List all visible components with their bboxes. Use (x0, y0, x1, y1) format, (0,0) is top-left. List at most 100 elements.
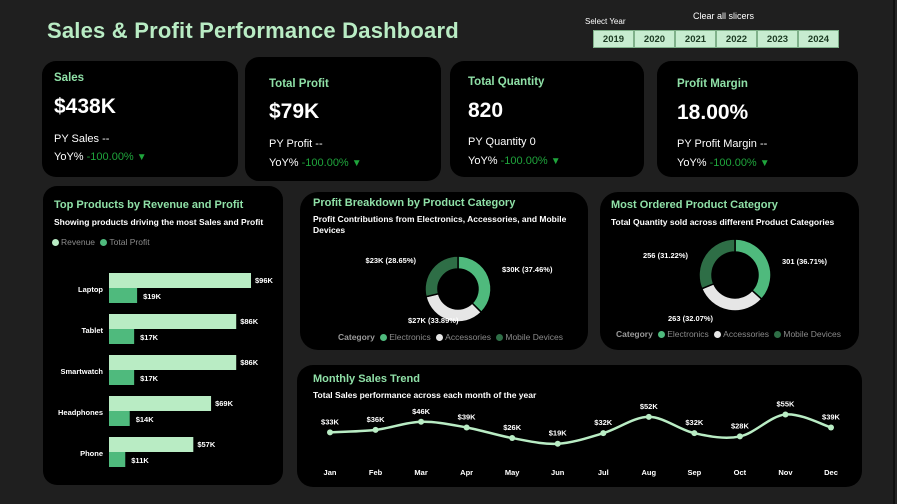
kpi-yoy-value: -100.00% (86, 151, 134, 163)
trend-data-label: $32K (685, 418, 704, 427)
year-slicer-label: Select Year (585, 17, 626, 26)
year-option-2019[interactable]: 2019 (593, 30, 634, 48)
kpi-yoy-label: YoY% (677, 157, 707, 169)
kpi-py: PY Quantity 0 (468, 136, 536, 148)
legend-item[interactable]: Mobile Devices (505, 332, 563, 342)
kpi-card-profit-margin: Profit Margin 18.00% PY Profit Margin --… (657, 61, 858, 177)
month-tick-label: Oct (734, 468, 747, 477)
trend-data-label: $33K (321, 417, 340, 426)
slice-data-label: $23K (28.65%) (366, 256, 417, 265)
profit-data-label: $19K (143, 292, 162, 301)
donut-slice-electronics (457, 255, 492, 314)
top-products-bar-chart: Laptop $96K $19K Tablet $86K $17K Smartwatch $8… (58, 273, 274, 467)
slice-data-label: 263 (32.07%) (668, 314, 714, 323)
kpi-title: Profit Margin (677, 78, 748, 90)
month-tick-label: Jun (551, 468, 565, 477)
kpi-py-label: PY Sales (54, 133, 100, 145)
trend-point (327, 429, 333, 436)
legend-item[interactable]: Accessories (723, 329, 769, 339)
revenue-bar (109, 273, 251, 288)
year-option-2022[interactable]: 2022 (716, 30, 757, 48)
clear-slicers-button[interactable]: Clear all slicers (693, 11, 754, 21)
legend-item[interactable]: Electronics (389, 332, 431, 342)
trend-point (418, 418, 425, 425)
kpi-title: Total Quantity (468, 76, 545, 88)
profit-bar (109, 288, 138, 303)
profit-bar (109, 370, 135, 385)
revenue-bar (109, 437, 194, 452)
profit-breakdown-panel: Profit Breakdown by Product Category Pro… (300, 192, 588, 350)
profit-bar (109, 452, 126, 467)
kpi-title: Sales (54, 72, 85, 84)
kpi-card-sales: Sales $438K PY Sales -- YoY% -100.00% ▼ (42, 61, 238, 177)
donut-slice-mobile-devices (424, 255, 459, 298)
trend-point (736, 433, 743, 440)
profit-bar (109, 411, 130, 426)
revenue-data-label: $86K (240, 317, 259, 326)
revenue-data-label: $86K (240, 358, 259, 367)
legend-electronics-swatch (380, 333, 388, 341)
kpi-py-value: -- (759, 138, 768, 150)
year-option-2020[interactable]: 2020 (634, 30, 675, 48)
month-tick-label: Jul (598, 468, 609, 477)
profit-bar (109, 329, 135, 344)
legend-title: Category (616, 329, 653, 339)
year-option-2024[interactable]: 2024 (798, 30, 839, 48)
trend-data-label: $39K (458, 412, 477, 421)
trend-data-label: $55K (776, 399, 795, 408)
month-tick-label: Aug (642, 468, 657, 477)
legend-item[interactable]: Mobile Devices (783, 329, 841, 339)
monthly-trend-panel: Monthly Sales Trend Total Sales performa… (297, 365, 862, 487)
monthly-sales-line-chart: $33K Jan $36K Feb $46K Mar $39K Apr $26K May $19K J… (321, 399, 841, 477)
legend-accessories-swatch (436, 333, 444, 341)
trend-point (782, 411, 789, 418)
down-triangle-icon: ▼ (550, 156, 561, 167)
trend-data-label: $28K (731, 421, 750, 430)
kpi-yoy-value: -100.00% (301, 157, 349, 169)
kpi-yoy-label: YoY% (54, 151, 84, 163)
trend-data-label: $26K (503, 423, 522, 432)
trend-point (691, 430, 698, 437)
trend-point (463, 424, 470, 431)
kpi-value: 820 (468, 99, 504, 122)
profit-data-label: $17K (140, 374, 159, 383)
kpi-value: 18.00% (677, 101, 749, 124)
profit-data-label: $14K (136, 415, 155, 424)
kpi-yoy: YoY% -100.00% ▼ (54, 151, 147, 163)
month-tick-label: May (505, 468, 520, 477)
revenue-data-label: $69K (215, 399, 234, 408)
legend-item[interactable]: Accessories (445, 332, 491, 342)
revenue-bar (109, 314, 237, 329)
chart-legend: Category Electronics Accessories Mobile … (338, 332, 563, 342)
month-tick-label: Nov (778, 468, 793, 477)
revenue-data-label: $57K (197, 440, 216, 449)
kpi-py-label: PY Profit Margin (677, 138, 757, 150)
legend-mobile-devices-swatch (774, 330, 782, 338)
kpi-yoy: YoY% -100.00% ▼ (269, 157, 362, 169)
slice-data-label: $30K (37.46%) (502, 265, 553, 274)
legend-item[interactable]: Electronics (667, 329, 709, 339)
trend-data-label: $19K (549, 429, 568, 438)
chart-legend: Category Electronics Accessories Mobile … (616, 329, 841, 339)
year-option-2021[interactable]: 2021 (675, 30, 716, 48)
kpi-yoy-label: YoY% (468, 155, 498, 167)
page-title: Sales & Profit Performance Dashboard (47, 18, 459, 43)
kpi-py-value: 0 (529, 136, 536, 148)
kpi-py-value: -- (315, 138, 323, 150)
slice-data-label: $27K (33.89%) (408, 316, 459, 325)
top-products-panel: Top Products by Revenue and Profit Showi… (43, 186, 283, 485)
kpi-yoy: YoY% -100.00% ▼ (468, 155, 561, 167)
sales-trend-line (329, 413, 832, 446)
most-ordered-donut: 301 (36.71%) 263 (32.07%) 256 (31.22%) (643, 238, 828, 323)
revenue-data-label: $96K (255, 276, 274, 285)
category-label: Smartwatch (60, 367, 103, 376)
profit-data-label: $17K (140, 333, 159, 342)
trend-data-label: $32K (594, 418, 613, 427)
trend-data-label: $39K (822, 412, 841, 421)
donut-slice-mobile-devices (698, 238, 736, 290)
year-option-2023[interactable]: 2023 (757, 30, 798, 48)
month-tick-label: Feb (369, 468, 383, 477)
kpi-py: PY Profit -- (269, 138, 323, 150)
kpi-yoy: YoY% -100.00% ▼ (677, 157, 770, 169)
kpi-value: $79K (269, 100, 320, 123)
